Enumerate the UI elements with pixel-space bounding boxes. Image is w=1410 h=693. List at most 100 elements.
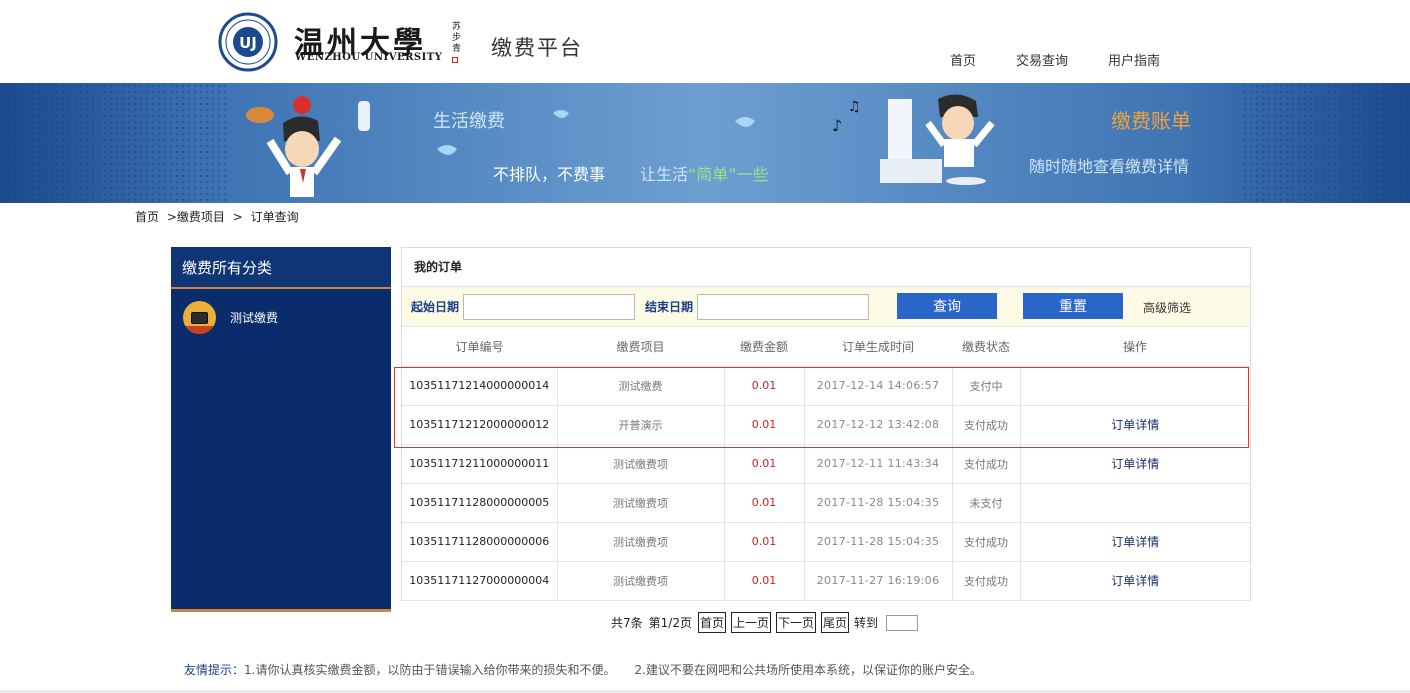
nav-transaction-query[interactable]: 交易查询 [1016,50,1068,69]
order-id: 10351171211000000011 [402,444,558,484]
order-amount: 0.01 [724,483,805,523]
promo-banner: ♪ ♫ 生活缴费 不排队，不费事 让生活“简单”一些 缴费账单 随时随地查看缴费… [0,83,1410,203]
advanced-filter-link[interactable]: 高级筛选 [1143,299,1191,316]
col-status: 缴费状态 [952,327,1020,367]
category-sidebar: 缴费所有分类 测试缴费 [171,247,391,612]
end-date-input[interactable] [697,293,870,320]
sidebar-item-label: 测试缴费 [230,311,279,325]
monitor-base [183,326,216,334]
goto-page-input[interactable] [886,614,919,631]
seal-stamp-icon [452,57,458,63]
pagination-page: 第1/2页 [648,616,692,630]
table-row: 10351171214000000014 测试缴费 0.01 2017-12-1… [402,366,1250,406]
nav-home[interactable]: 首页 [950,50,976,69]
orders-panel: 我的订单 起始日期 结束日期 查询 重置 高级筛选 订单编号 缴费项目 缴费金额… [401,247,1251,601]
order-status: 支付成功 [952,561,1021,601]
order-item: 测试缴费项 [557,483,725,523]
top-nav: 首页 交易查询 用户指南 [950,50,1200,69]
nav-user-guide[interactable]: 用户指南 [1108,50,1160,69]
query-button[interactable]: 查询 [897,293,997,319]
order-status: 支付成功 [952,444,1021,484]
order-time: 2017-11-28 15:04:35 [804,483,953,523]
table-header-row: 订单编号 缴费项目 缴费金额 订单生成时间 缴费状态 操作 [402,327,1250,367]
col-order-id: 订单编号 [402,327,557,367]
goto-label: 转到 [854,616,879,630]
tip-1: 1.请你认真核实缴费金额，以防由于错误输入给你带来的损失和不便。 [244,663,616,677]
banner-slogan-2c: 一些 [736,165,769,184]
footer-tip: 友情提示：1.请你认真核实缴费金额，以防由于错误输入给你带来的损失和不便。 2.… [184,661,982,678]
logo-seal-text: 苏步青 [452,22,462,54]
sidebar-item-test-pay[interactable]: 测试缴费 [183,301,278,334]
banner-slogan-2b: “简单” [688,165,737,184]
breadcrumb-separator: > [232,210,243,224]
platform-name: 缴费平台 [491,36,583,60]
order-time: 2017-11-27 16:19:06 [804,561,953,601]
breadcrumb-home[interactable]: 首页 [135,210,159,224]
breadcrumb: 首页 >缴费项目 > 订单查询 [135,208,303,225]
header: UJ 温州大學 WENZHOU UNIVERSITY 苏步青 缴费平台 首页 交… [0,0,1410,82]
university-emblem-icon: UJ [218,12,278,72]
breadcrumb-pay-items[interactable]: >缴费项目 [167,210,225,224]
order-detail-link[interactable]: 订单详情 [1111,457,1159,471]
banner-bill-subtitle: 随时随地查看缴费详情 [1029,157,1190,176]
tip-2: 2.建议不要在网吧和公共场所使用本系统，以保证你的账户安全。 [634,663,982,677]
svg-text:UJ: UJ [239,34,257,52]
order-action [1020,366,1250,406]
order-time: 2017-12-14 14:06:57 [804,366,953,406]
order-status: 未支付 [952,483,1021,523]
table-row: 10351171212000000012 开普演示 0.01 2017-12-1… [402,405,1250,445]
music-note-icon: ♪ [832,116,842,135]
last-page-button[interactable]: 尾页 [821,612,850,633]
banner-slogan-2: 让生活“简单”一些 [640,161,769,185]
prev-page-button[interactable]: 上一页 [730,612,771,633]
order-id: 10351171128000000006 [402,522,558,562]
pagination-total: 共7条 [611,616,643,630]
filter-bar: 起始日期 结束日期 查询 重置 高级筛选 [402,287,1250,327]
table-row: 10351171127000000004 测试缴费项 0.01 2017-11-… [402,561,1250,601]
order-detail-link[interactable]: 订单详情 [1111,535,1159,549]
banner-slogan-1: 不排队，不费事 [493,165,606,184]
table-row: 10351171211000000011 测试缴费项 0.01 2017-12-… [402,444,1250,484]
col-amount: 缴费金额 [724,327,804,367]
order-amount: 0.01 [724,366,805,406]
tip-label: 友情提示： [184,663,245,677]
first-page-button[interactable]: 首页 [697,612,726,633]
order-amount: 0.01 [724,405,805,445]
table-row: 10351171128000000006 测试缴费项 0.01 2017-11-… [402,522,1250,562]
order-id: 10351171212000000012 [402,405,558,445]
order-id: 10351171127000000004 [402,561,558,601]
start-date-input[interactable] [463,293,636,320]
next-page-button[interactable]: 下一页 [776,612,817,633]
end-date-label: 结束日期 [645,300,694,314]
banner-bill-title: 缴费账单 [1111,109,1191,133]
order-action: 订单详情 [1020,522,1250,562]
col-created-time: 订单生成时间 [804,327,952,367]
monitor-icon [183,301,216,334]
reset-button[interactable]: 重置 [1023,293,1123,319]
monitor-screen [191,311,208,324]
order-item: 开普演示 [557,405,725,445]
order-action: 订单详情 [1020,561,1250,601]
order-item: 测试缴费项 [557,522,725,562]
order-detail-link[interactable]: 订单详情 [1111,574,1159,588]
start-date-label: 起始日期 [411,300,460,314]
col-pay-item: 缴费项目 [557,327,724,367]
order-item: 测试缴费项 [557,561,725,601]
order-time: 2017-12-11 11:43:34 [804,444,953,484]
order-detail-link[interactable]: 订单详情 [1111,418,1159,432]
order-id: 10351171128000000005 [402,483,558,523]
sidebar-title: 缴费所有分类 [171,247,391,289]
music-note-icon: ♫ [848,99,861,115]
order-action [1020,483,1250,523]
order-amount: 0.01 [724,522,805,562]
pagination: 共7条 第1/2页 首页 上一页 下一页 尾页 转到 [611,612,919,633]
order-item: 测试缴费项 [557,444,725,484]
orders-table: 订单编号 缴费项目 缴费金额 订单生成时间 缴费状态 操作 1035117121… [402,327,1250,601]
order-time: 2017-12-12 13:42:08 [804,405,953,445]
logo-seal: 苏步青 [452,22,466,63]
banner-life-pay: 生活缴费 [433,111,505,132]
order-time: 2017-11-28 15:04:35 [804,522,953,562]
order-status: 支付中 [952,366,1021,406]
logo-english-name: WENZHOU UNIVERSITY [295,52,443,63]
banner-background: ♪ ♫ [0,83,1410,203]
